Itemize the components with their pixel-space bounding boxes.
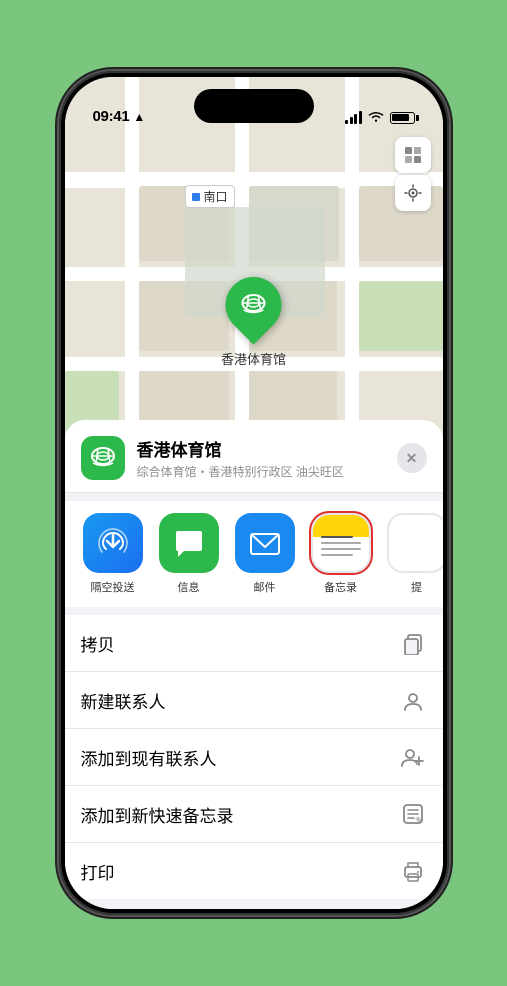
notes-label: 备忘录 <box>324 579 357 595</box>
location-button[interactable] <box>395 175 431 211</box>
phone-frame: 09:41 ▲ <box>59 71 449 915</box>
add-contact-icon <box>399 743 427 771</box>
action-print[interactable]: 打印 <box>65 843 443 899</box>
mail-label: 邮件 <box>254 579 276 595</box>
location-arrow-icon: ▲ <box>133 110 145 124</box>
action-add-notes[interactable]: 添加到新快速备忘录 <box>65 786 443 843</box>
action-new-contact[interactable]: 新建联系人 <box>65 672 443 729</box>
add-existing-label: 添加到现有联系人 <box>81 745 217 770</box>
venue-icon <box>81 436 125 480</box>
share-item-airdrop[interactable]: 隔空投送 <box>81 513 145 595</box>
sheet-header: 香港体育馆 综合体育馆・香港特别行政区 油尖旺区 ✕ <box>65 420 443 493</box>
wifi-icon <box>368 110 384 125</box>
bottom-sheet: 香港体育馆 综合体育馆・香港特别行政区 油尖旺区 ✕ 隔空投 <box>65 420 443 909</box>
printer-icon <box>399 857 427 885</box>
more-label: 提 <box>411 579 422 595</box>
share-row: 隔空投送 信息 <box>65 501 443 607</box>
share-item-message[interactable]: 信息 <box>157 513 221 595</box>
map-label-text: 南口 <box>204 188 228 205</box>
add-notes-label: 添加到新快速备忘录 <box>81 802 234 827</box>
more-icon <box>387 513 443 573</box>
message-icon <box>159 513 219 573</box>
action-add-existing[interactable]: 添加到现有联系人 <box>65 729 443 786</box>
marker-label: 香港体育馆 <box>221 349 286 368</box>
venue-name: 香港体育馆 <box>137 436 385 461</box>
copy-icon <box>399 629 427 657</box>
venue-info: 香港体育馆 综合体育馆・香港特别行政区 油尖旺区 <box>137 436 385 480</box>
map-label-north-exit: 南口 <box>185 185 235 208</box>
message-label: 信息 <box>178 579 200 595</box>
close-button[interactable]: ✕ <box>397 443 427 473</box>
status-time: 09:41 <box>93 108 130 125</box>
map-type-button[interactable] <box>395 137 431 173</box>
signal-bars <box>345 112 362 124</box>
airdrop-label: 隔空投送 <box>91 579 135 595</box>
status-icons <box>345 110 415 125</box>
map-controls <box>395 137 431 211</box>
share-item-notes[interactable]: 备忘录 <box>309 513 373 595</box>
airdrop-icon <box>83 513 143 573</box>
stadium-marker[interactable]: 香港体育馆 <box>221 277 286 368</box>
battery-icon <box>390 112 415 124</box>
phone-screen: 09:41 ▲ <box>65 77 443 909</box>
share-item-more[interactable]: 提 <box>385 513 443 595</box>
copy-label: 拷贝 <box>81 631 115 656</box>
dynamic-island <box>194 89 314 123</box>
new-contact-icon <box>399 686 427 714</box>
share-item-mail[interactable]: 邮件 <box>233 513 297 595</box>
mail-icon <box>235 513 295 573</box>
venue-subtitle: 综合体育馆・香港特别行政区 油尖旺区 <box>137 463 385 480</box>
new-contact-label: 新建联系人 <box>81 688 166 713</box>
action-copy[interactable]: 拷贝 <box>65 615 443 672</box>
print-label: 打印 <box>81 859 115 884</box>
notes-icon <box>311 513 371 573</box>
quick-notes-icon <box>399 800 427 828</box>
action-list: 拷贝 新建联系人 <box>65 615 443 899</box>
